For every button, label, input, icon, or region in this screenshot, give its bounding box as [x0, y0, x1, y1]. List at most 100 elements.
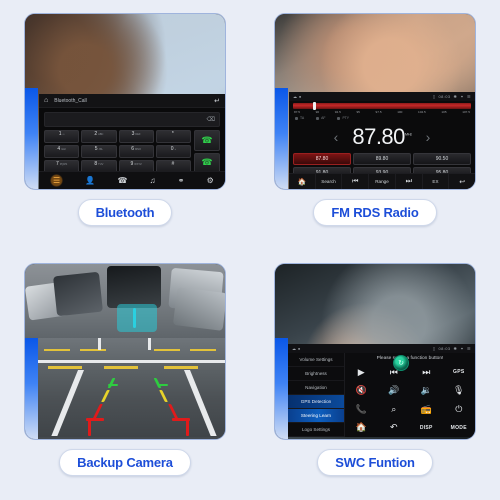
menu-item-brightness[interactable]: Brightness — [288, 367, 344, 381]
caption-fm-radio: FM RDS Radio — [313, 199, 437, 226]
band-tick: 107.5 — [462, 110, 470, 114]
tuning-cursor[interactable] — [312, 102, 316, 110]
band-tick: 105 — [441, 110, 447, 114]
key-num: 6 — [131, 146, 134, 152]
band-tick: 87.5 — [294, 110, 301, 114]
tuning-bar[interactable] — [293, 102, 471, 110]
backup-camera-card — [24, 263, 226, 440]
guide-green-tick-right — [158, 384, 168, 386]
dial-input[interactable]: ⌫ — [44, 112, 220, 127]
dialpad-tab[interactable]: ☰ — [50, 174, 64, 187]
rds-dot-icon — [295, 116, 298, 120]
menu-item-volume-settings[interactable]: Volume Settings — [288, 353, 344, 367]
swc-head-unit-screen: ☁ ● ▯ 08:03 ✺ ⚭ ☰ Volume Settings Bright… — [288, 344, 475, 437]
prev-station-button[interactable]: ⏮ — [342, 174, 370, 189]
bluetooth-link-tab[interactable]: ⚭ — [178, 176, 185, 185]
disp-button[interactable]: DISP — [410, 419, 443, 438]
sd-card-icon: ▯ — [432, 94, 436, 99]
backspace-icon[interactable]: ⌫ — [207, 116, 215, 123]
guide-red-post-right — [186, 418, 189, 436]
next-track-button[interactable]: ⏭ — [410, 363, 443, 382]
menu-item-gps-detection[interactable]: GPS Detection — [288, 395, 344, 409]
settings-tab[interactable]: ⚙ — [207, 176, 214, 185]
dial-key[interactable]: 4 GHI — [44, 145, 80, 158]
blue-accent-strip — [275, 337, 288, 439]
radio-bottom-bar: 🏠 Search ⏮ Range ⏭ EX ↩ — [289, 173, 475, 189]
key-sub: MNO — [134, 147, 142, 151]
call-end-icon[interactable]: ☎ — [194, 152, 220, 173]
microphone-button[interactable]: 🎙 — [443, 382, 476, 401]
key-num: 1 — [58, 131, 62, 137]
rds-pty[interactable]: PTY — [337, 116, 349, 120]
guide-red-post-left — [88, 418, 91, 436]
rds-dot-icon — [316, 116, 320, 120]
back-arrow-icon[interactable]: ↵ — [214, 97, 220, 105]
bluetooth-screen-title: Bluetooth_Call — [54, 97, 87, 104]
key-sub: ABC — [98, 132, 104, 136]
dial-key[interactable]: * — [155, 130, 191, 143]
key-sub: GHI — [61, 147, 66, 151]
lane-dash — [154, 349, 180, 351]
bluetooth-music-tab[interactable]: ♫ — [150, 176, 156, 185]
call-end-button[interactable]: ⌕ — [378, 400, 411, 419]
frequency-band[interactable]: 87.5 90 92.5 95 97.5 100 102.5 105 107.5 — [289, 101, 475, 114]
dial-key[interactable]: 3 DEF — [118, 130, 154, 143]
signal-icon: ☰ — [467, 346, 471, 351]
rds-label: PTY — [342, 116, 350, 120]
mode-button[interactable]: MODE — [443, 419, 476, 438]
backup-camera-view — [38, 338, 225, 437]
dial-key[interactable]: 1 ∞ — [44, 130, 80, 143]
gps-button[interactable]: GPS — [443, 363, 476, 382]
preset-button[interactable]: 89.80 — [353, 153, 411, 165]
dial-key[interactable]: 6 MNO — [118, 145, 154, 158]
swc-prompt: Please select a function button! — [376, 356, 444, 361]
rds-ta[interactable]: TA — [295, 116, 304, 120]
status-left-icons: ☁ ● — [292, 346, 301, 351]
caption-swc: SWC Funtion — [317, 449, 433, 476]
menu-item-steering-learn[interactable]: Steering Learn — [288, 409, 344, 423]
dial-key[interactable]: 2 ABC — [81, 130, 117, 143]
menu-item-logo-settings[interactable]: Logo Settings — [288, 423, 344, 437]
road-surface — [38, 338, 225, 437]
back-button[interactable]: ↩ — [449, 174, 475, 189]
mute-button[interactable]: 🔇 — [345, 382, 378, 401]
key-num: 3 — [131, 131, 135, 137]
chevron-right-icon[interactable]: › — [426, 130, 431, 144]
dial-key[interactable]: 5 JKL — [81, 145, 117, 158]
volume-up-button[interactable]: 🔊 — [378, 382, 411, 401]
sd-card-icon: ▯ — [432, 346, 436, 351]
car-shape — [172, 287, 225, 331]
dial-key[interactable]: 0 + — [155, 145, 191, 158]
call-answer-icon[interactable]: ☎ — [194, 130, 220, 151]
lane-line — [38, 360, 225, 363]
back-button[interactable]: ↶ — [378, 419, 411, 438]
key-num: # — [171, 161, 175, 167]
key-num: 5 — [94, 146, 98, 152]
search-button[interactable]: Search — [316, 174, 343, 189]
preset-button[interactable]: 90.50 — [413, 153, 471, 165]
lane-dash — [104, 366, 138, 369]
lane-dash — [164, 366, 198, 369]
next-station-button[interactable]: ⏭ — [396, 174, 423, 189]
range-button[interactable]: Range — [369, 174, 396, 189]
radio-button[interactable]: 📻 — [410, 400, 443, 419]
play-button[interactable]: ▶ — [345, 363, 378, 382]
home-button[interactable]: 🏠 — [345, 419, 378, 438]
status-bar: ☁ ● ▯ 08:03 ✺ ⚭ ☰ — [289, 92, 475, 101]
call-answer-button[interactable]: 📞 — [345, 400, 378, 419]
rotary-knob-icon[interactable]: ↻ — [393, 355, 409, 371]
chevron-left-icon[interactable]: ‹ — [334, 130, 339, 144]
ex-button[interactable]: EX — [423, 174, 450, 189]
status-left-icons: ☁ ● — [293, 94, 302, 99]
preset-button[interactable]: 87.80 — [293, 153, 351, 165]
power-button[interactable]: ⏻ — [443, 400, 476, 419]
bluetooth-card: ⌂ Bluetooth_Call ↵ ⌫ 1 ∞ 2 ABC 3 DEF * 4… — [24, 13, 226, 190]
contacts-tab[interactable]: 👤 — [85, 176, 95, 185]
rds-af[interactable]: AF — [316, 116, 325, 120]
home-icon[interactable]: ⌂ — [44, 97, 48, 104]
volume-down-button[interactable]: 🔉 — [410, 382, 443, 401]
menu-item-navigation[interactable]: Navigation — [288, 381, 344, 395]
call-history-tab[interactable]: ☎ — [117, 176, 127, 185]
key-num: 2 — [94, 131, 98, 137]
home-button[interactable]: 🏠 — [289, 174, 316, 189]
